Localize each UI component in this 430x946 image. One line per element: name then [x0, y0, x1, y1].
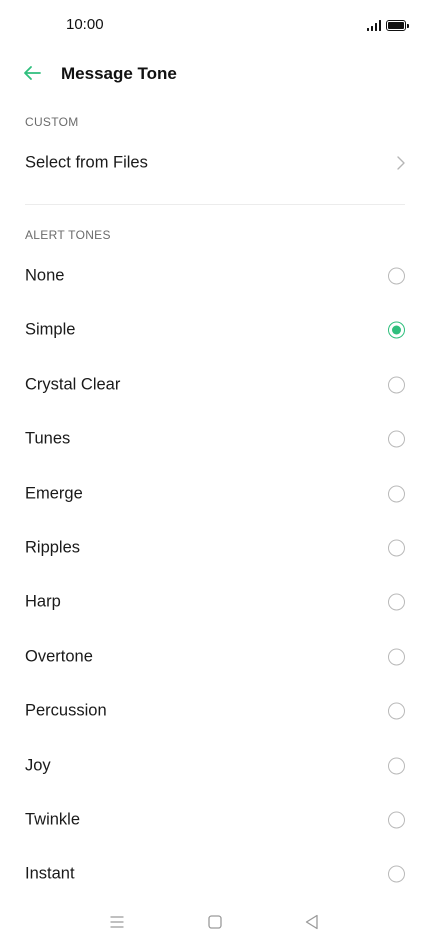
tone-item[interactable]: Simple [0, 303, 430, 357]
radio-unselected-icon[interactable] [388, 757, 405, 775]
chevron-right-icon [397, 156, 405, 170]
radio-selected-icon[interactable] [388, 321, 405, 339]
radio-unselected-icon[interactable] [388, 430, 405, 448]
tone-item[interactable]: Overtone [0, 630, 430, 684]
home-square-icon [208, 915, 222, 929]
section-header-alert-tones: ALERT TONES [25, 228, 111, 242]
radio-unselected-icon[interactable] [388, 539, 405, 557]
tone-label: None [25, 266, 65, 285]
menu-icon [110, 916, 124, 928]
radio-unselected-icon[interactable] [388, 593, 405, 611]
tone-item[interactable]: Emerge [0, 467, 430, 521]
select-from-files-label: Select from Files [25, 153, 148, 172]
battery-icon [386, 20, 409, 31]
select-from-files-item[interactable]: Select from Files [0, 136, 430, 190]
radio-unselected-icon[interactable] [388, 865, 405, 883]
divider [25, 204, 405, 205]
header: Message Tone [0, 52, 430, 96]
tone-item[interactable]: Joy [0, 739, 430, 793]
radio-unselected-icon[interactable] [388, 648, 405, 666]
back-triangle-icon [305, 914, 318, 930]
nav-back-button[interactable] [302, 912, 322, 932]
tone-label: Twinkle [25, 810, 81, 829]
tone-label: Overtone [25, 647, 93, 666]
tone-item[interactable]: Harp [0, 575, 430, 629]
tone-label: Crystal Clear [25, 375, 121, 394]
tone-item[interactable]: Twinkle [0, 793, 430, 847]
tone-item[interactable]: Tunes [0, 412, 430, 466]
menu-button[interactable] [107, 912, 127, 932]
tone-label: Simple [25, 320, 76, 339]
status-icons [366, 17, 409, 31]
section-header-custom: CUSTOM [25, 115, 79, 129]
tone-item[interactable]: Ripples [0, 521, 430, 575]
radio-unselected-icon[interactable] [388, 485, 405, 503]
tone-label: Instant [25, 864, 75, 883]
radio-unselected-icon[interactable] [388, 376, 405, 394]
status-time: 10:00 [66, 16, 104, 33]
navigation-bar [0, 898, 430, 946]
radio-unselected-icon[interactable] [388, 267, 405, 285]
tone-label: Percussion [25, 701, 107, 720]
radio-unselected-icon[interactable] [388, 811, 405, 829]
tone-item[interactable]: Instant [0, 847, 430, 901]
arrow-left-icon [24, 66, 41, 80]
radio-unselected-icon[interactable] [388, 702, 405, 720]
tone-label: Tunes [25, 429, 71, 448]
back-button[interactable] [20, 60, 46, 86]
tone-item[interactable]: Crystal Clear [0, 358, 430, 412]
tone-label: Harp [25, 592, 61, 611]
signal-icon [366, 20, 381, 31]
home-button[interactable] [205, 912, 225, 932]
page-title: Message Tone [61, 64, 177, 83]
tone-label: Emerge [25, 484, 83, 503]
tone-item[interactable]: None [0, 249, 430, 303]
tone-label: Ripples [25, 538, 81, 557]
status-bar: 10:00 [0, 0, 430, 48]
tone-item[interactable]: Percussion [0, 684, 430, 738]
tone-label: Joy [25, 756, 51, 775]
